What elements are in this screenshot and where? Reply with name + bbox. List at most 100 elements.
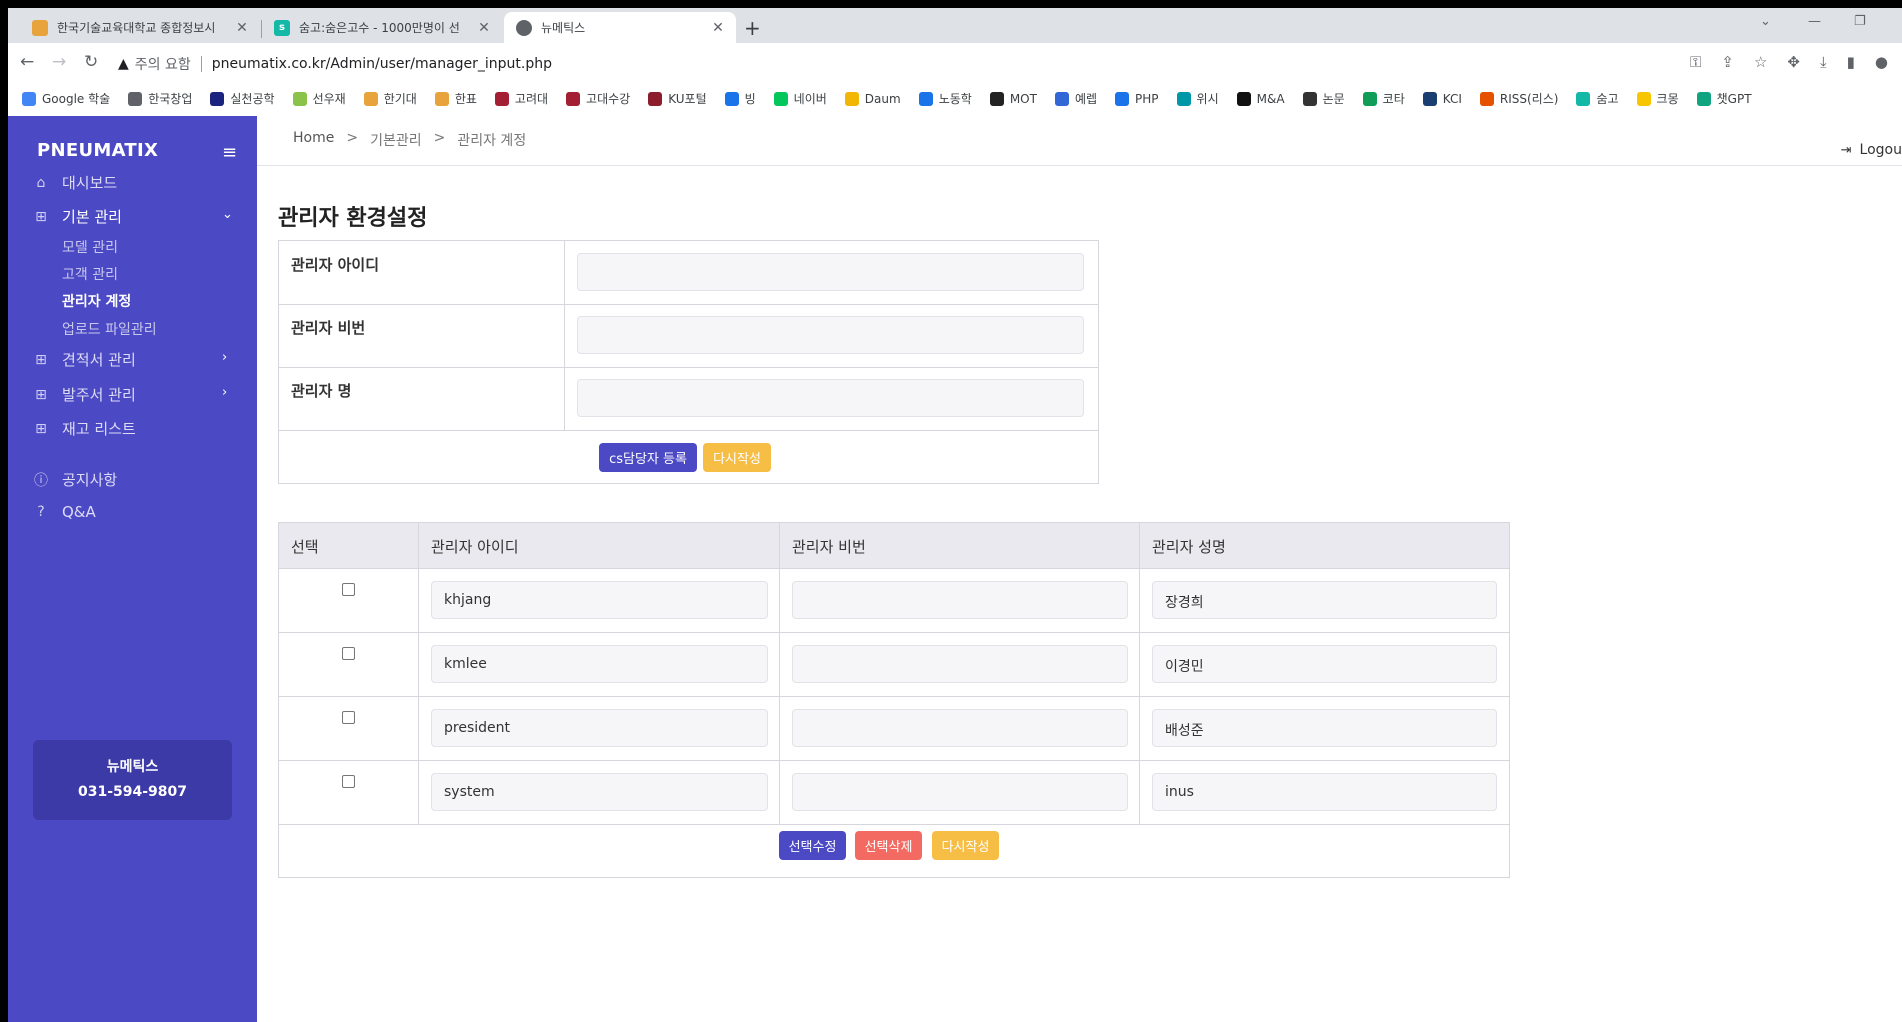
download-icon[interactable]: ⤓ (1820, 53, 1827, 71)
bookmark-item[interactable]: 예렙 (1054, 90, 1097, 107)
bookmark-item[interactable]: 고대수강 (566, 90, 630, 107)
nav-qna[interactable]: ? Q&A (32, 503, 95, 521)
address-bar[interactable]: ▲ 주의 요함 pneumatix.co.kr/Admin/user/manag… (118, 49, 1888, 79)
bookmark-item[interactable]: 노동학 (918, 90, 972, 107)
bookmark-item[interactable]: 선우재 (292, 90, 346, 107)
bookmark-item[interactable]: 위시 (1176, 90, 1219, 107)
bookmark-icon (1636, 91, 1651, 106)
browser-tab-koreatech[interactable]: 한국기술교육대학교 종합정보시 ✕ (20, 12, 260, 43)
brand-logo[interactable]: PNEUMATIX (37, 140, 158, 161)
bookmark-item[interactable]: 한표 (434, 90, 477, 107)
bookmark-item[interactable]: 네이버 (773, 90, 827, 107)
bookmark-item[interactable]: RISS(리스) (1479, 90, 1558, 107)
logout-link[interactable]: ⇥ Logou (1841, 142, 1902, 158)
list-reset-button[interactable]: 다시작성 (932, 831, 999, 860)
forward-icon[interactable]: → (52, 52, 66, 72)
breadcrumb-separator: > (346, 130, 359, 146)
nav-inventory[interactable]: ⊞ 재고 리스트 (32, 418, 136, 439)
admin-name-input[interactable] (577, 379, 1084, 417)
extensions-icon[interactable]: ✥ (1787, 53, 1800, 71)
row-admin-id-input[interactable]: khjang (431, 581, 768, 619)
tab-search-icon[interactable]: ⌄ (1760, 14, 1771, 29)
table-cell (780, 633, 1140, 696)
key-icon[interactable]: ⚿ (1690, 53, 1701, 71)
tab-strip: 한국기술교육대학교 종합정보시 ✕ s 숨고:숨은고수 - 1000만명이 선 … (8, 8, 1902, 43)
back-icon[interactable]: ← (20, 52, 34, 72)
reload-icon[interactable]: ↻ (84, 52, 98, 72)
chevron-right-icon[interactable]: › (222, 350, 227, 365)
nav-notices[interactable]: ⓘ 공지사항 (32, 469, 117, 490)
row-admin-name-input[interactable]: inus (1152, 773, 1497, 811)
breadcrumb-home[interactable]: Home (293, 130, 334, 150)
row-admin-password-input[interactable] (792, 709, 1128, 747)
close-icon[interactable]: ✕ (476, 20, 492, 36)
sidepanel-icon[interactable]: ▮ (1847, 53, 1855, 71)
delete-selected-button[interactable]: 선택삭제 (855, 831, 922, 860)
close-icon[interactable]: ✕ (710, 20, 726, 36)
bookmark-item[interactable]: 고려대 (494, 90, 548, 107)
subnav-admin-accounts[interactable]: 관리자 계정 (62, 291, 131, 311)
row-admin-id-input[interactable]: system (431, 773, 768, 811)
share-icon[interactable]: ⇪ (1721, 53, 1734, 71)
bookmark-item[interactable]: 숨고 (1576, 90, 1619, 107)
row-admin-name-input[interactable]: 장경희 (1152, 581, 1497, 619)
chevron-down-icon[interactable]: ⌄ (222, 207, 233, 222)
bookmark-item[interactable]: PHP (1115, 91, 1159, 106)
bookmark-item[interactable]: M&A (1236, 91, 1285, 106)
profile-icon[interactable]: ● (1875, 53, 1888, 71)
nav-basic-management[interactable]: ⊞ 기본 관리 (32, 206, 122, 227)
close-icon[interactable]: ✕ (234, 20, 250, 36)
row-admin-password-input[interactable] (792, 581, 1128, 619)
row-admin-name-input[interactable]: 이경민 (1152, 645, 1497, 683)
bookmark-item[interactable]: MOT (989, 91, 1037, 106)
bookmark-item[interactable]: Daum (844, 91, 901, 106)
browser-tab-soomgo[interactable]: s 숨고:숨은고수 - 1000만명이 선 ✕ (262, 12, 502, 43)
bookmark-item[interactable]: KU포털 (648, 90, 707, 107)
row-select-checkbox[interactable] (342, 583, 355, 596)
security-label[interactable]: 주의 요함 (135, 54, 191, 74)
nav-dashboard[interactable]: ⌂ 대시보드 (32, 172, 118, 193)
bookmark-item[interactable]: 코타 (1362, 90, 1405, 107)
row-select-checkbox[interactable] (342, 775, 355, 788)
edit-selected-button[interactable]: 선택수정 (779, 831, 846, 860)
restore-icon[interactable]: ❐ (1854, 14, 1866, 29)
form-reset-button[interactable]: 다시작성 (703, 443, 771, 472)
row-admin-password-input[interactable] (792, 773, 1128, 811)
subnav-customers[interactable]: 고객 관리 (62, 264, 118, 284)
bookmark-item[interactable]: 한국창업 (128, 90, 192, 107)
bookmark-item[interactable]: 크몽 (1636, 90, 1679, 107)
row-admin-id-input[interactable]: kmlee (431, 645, 768, 683)
breadcrumb-basic[interactable]: 기본관리 (370, 130, 422, 150)
row-select-checkbox[interactable] (342, 647, 355, 660)
bookmark-item[interactable]: 빙 (724, 90, 756, 107)
row-select-checkbox[interactable] (342, 711, 355, 724)
bookmark-item[interactable]: 챗GPT (1696, 90, 1752, 107)
browser-tab-pneumatix[interactable]: 뉴메틱스 ✕ (504, 12, 736, 43)
new-tab-button[interactable]: + (744, 16, 761, 40)
row-admin-name-input[interactable]: 배성준 (1152, 709, 1497, 747)
url-text[interactable]: pneumatix.co.kr/Admin/user/manager_input… (212, 56, 552, 72)
nav-orders[interactable]: ⊞ 발주서 관리 (32, 384, 136, 405)
subnav-models[interactable]: 모델 관리 (62, 237, 118, 257)
nav-quotes[interactable]: ⊞ 견적서 관리 (32, 349, 136, 370)
bookmark-item[interactable]: 논문 (1302, 90, 1345, 107)
bookmark-item[interactable]: Google 학술 (22, 90, 110, 107)
register-cs-button[interactable]: cs담당자 등록 (599, 443, 697, 472)
admin-id-input[interactable] (577, 253, 1084, 291)
bookmark-item[interactable]: 실천공학 (210, 90, 275, 107)
table-cell: 배성준 (1140, 697, 1509, 760)
chevron-right-icon[interactable]: › (222, 385, 227, 400)
star-icon[interactable]: ☆ (1754, 53, 1767, 71)
bookmark-label: Google 학술 (42, 92, 111, 106)
menu-icon[interactable]: ≡ (222, 142, 237, 163)
admin-password-input[interactable] (577, 316, 1084, 354)
row-admin-password-input[interactable] (792, 645, 1128, 683)
row-admin-id-input[interactable]: president (431, 709, 768, 747)
bookmark-item[interactable]: 한기대 (363, 90, 417, 107)
minimize-icon[interactable]: — (1808, 14, 1821, 29)
bookmark-item[interactable]: KCI (1422, 91, 1462, 106)
subnav-upload-files[interactable]: 업로드 파일관리 (62, 319, 157, 339)
bookmark-icon (1054, 91, 1069, 106)
field-label: 관리자 명 (279, 367, 565, 430)
soomgo-icon: s (274, 19, 290, 36)
